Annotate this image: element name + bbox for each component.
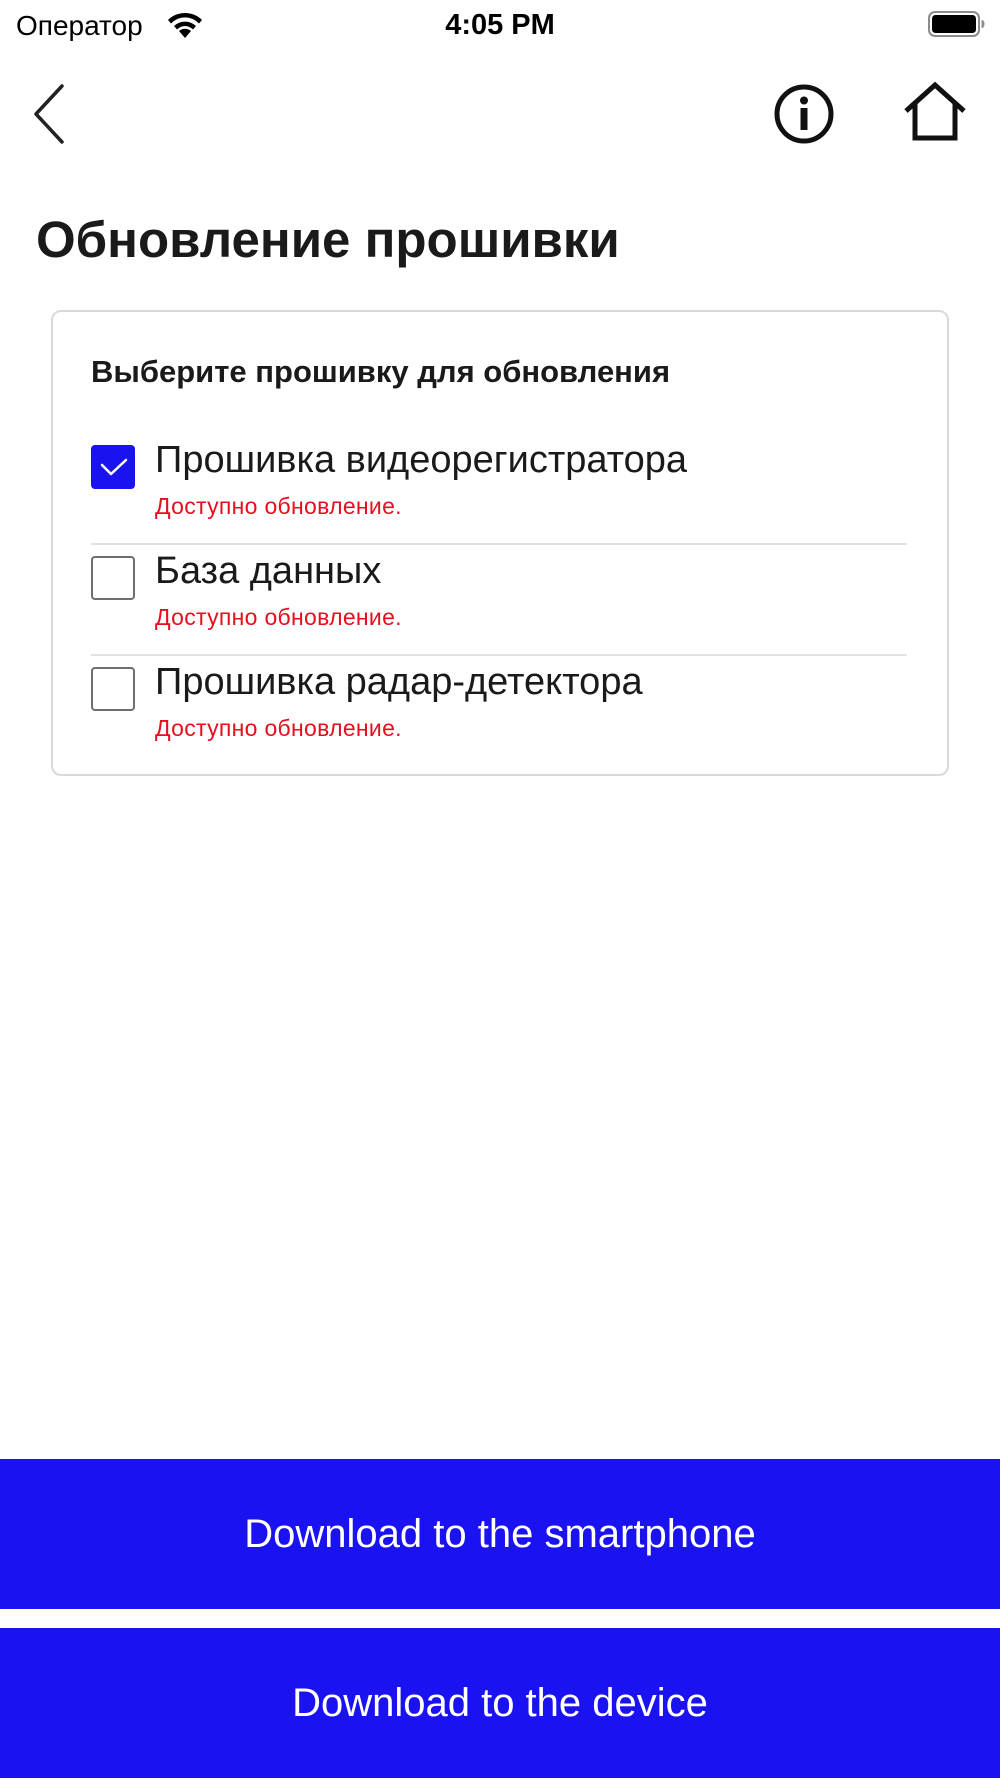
- option-database[interactable]: База данных Доступно обновление.: [91, 550, 907, 656]
- page-title: Обновление прошивки: [36, 211, 620, 268]
- status-time: 4:05 PM: [445, 9, 555, 41]
- battery-full-icon: [928, 11, 985, 37]
- card-heading: Выберите прошивку для обновления: [91, 354, 671, 389]
- status-bar: Оператор 4:05 PM: [0, 0, 1000, 52]
- update-available-status: Доступно обновление.: [155, 715, 402, 741]
- option-radar-detector-firmware[interactable]: Прошивка радар-детектора Доступно обновл…: [91, 661, 907, 767]
- back-button[interactable]: [28, 80, 72, 148]
- option-label: База данных: [155, 550, 382, 592]
- download-to-device-button[interactable]: Download to the device: [0, 1628, 1000, 1778]
- option-label: Прошивка радар-детектора: [155, 661, 643, 703]
- radar-detector-firmware-checkbox[interactable]: [91, 667, 135, 711]
- home-icon: [904, 81, 966, 141]
- info-button[interactable]: [772, 82, 836, 146]
- option-label: Прошивка видеорегистратора: [155, 439, 688, 481]
- download-to-smartphone-button[interactable]: Download to the smartphone: [0, 1459, 1000, 1609]
- option-dashcam-firmware[interactable]: Прошивка видеорегистратора Доступно обно…: [91, 439, 907, 545]
- firmware-selection-card: Выберите прошивку для обновления Прошивк…: [51, 310, 949, 776]
- checkmark-icon: [100, 458, 128, 476]
- info-circle-icon: [774, 84, 834, 144]
- home-button[interactable]: [900, 80, 970, 146]
- update-available-status: Доступно обновление.: [155, 604, 402, 630]
- chevron-left-icon: [34, 84, 64, 144]
- dashcam-firmware-checkbox[interactable]: [91, 445, 135, 489]
- database-checkbox[interactable]: [91, 556, 135, 600]
- update-available-status: Доступно обновление.: [155, 493, 402, 519]
